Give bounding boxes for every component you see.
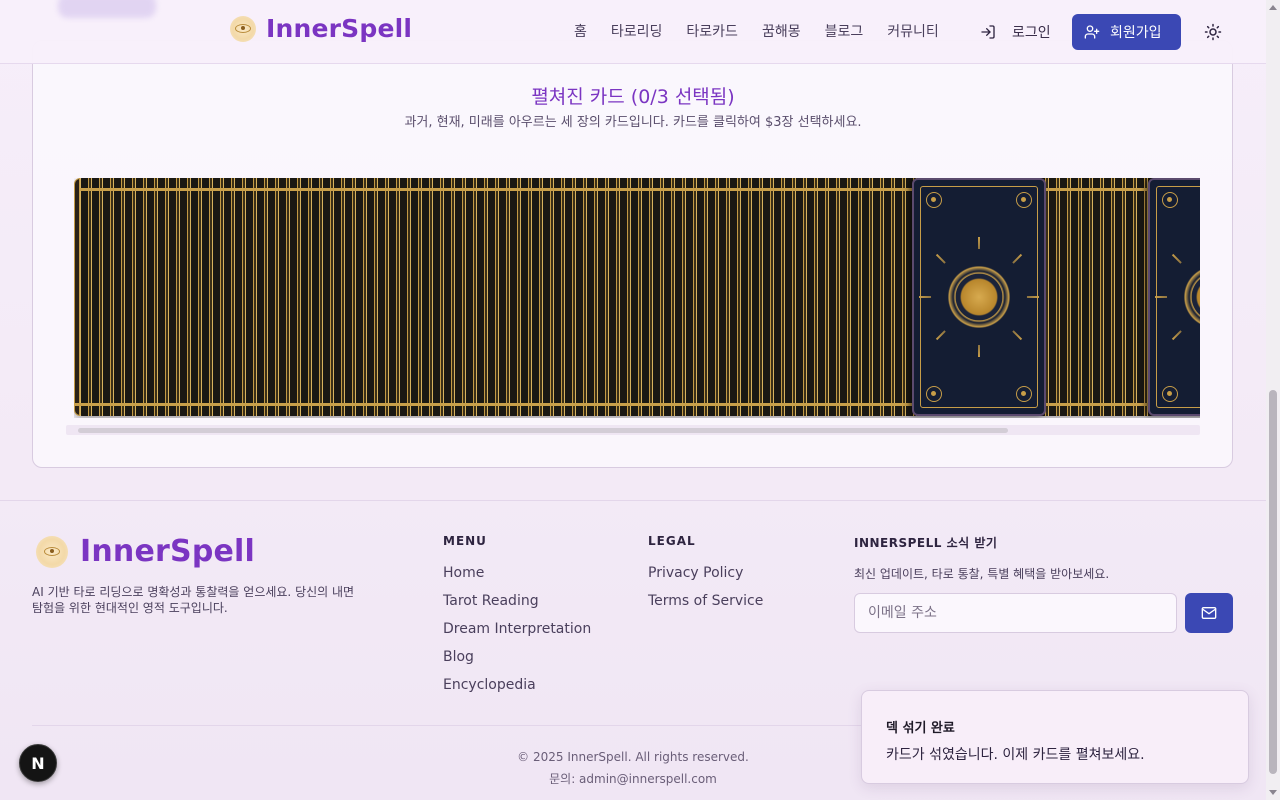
footer-logo[interactable]: InnerSpell <box>36 534 255 569</box>
signup-button[interactable]: 회원가입 <box>1072 14 1181 50</box>
footer-link-blog[interactable]: Blog <box>443 648 591 676</box>
scroll-down-arrow-icon[interactable] <box>1269 790 1277 795</box>
page-scroll-thumb[interactable] <box>1269 390 1277 774</box>
footer-link-dream-interpretation[interactable]: Dream Interpretation <box>443 620 591 648</box>
signup-label: 회원가입 <box>1110 25 1162 41</box>
eye-corner-icon <box>1016 386 1032 402</box>
sun-emblem-icon <box>931 249 1027 345</box>
footer-logo-text: InnerSpell <box>80 534 256 569</box>
user-plus-icon <box>1084 25 1100 39</box>
footer-menu: MENU Home Tarot Reading Dream Interpreta… <box>443 534 591 704</box>
logo-text: InnerSpell <box>266 14 413 43</box>
toast-title: 덱 섞기 완료 <box>886 721 955 736</box>
login-icon <box>981 25 995 39</box>
nextjs-dev-indicator-icon[interactable]: N <box>19 744 57 782</box>
deck-edge <box>74 178 80 416</box>
eye-corner-icon <box>1162 192 1178 208</box>
menu-heading: MENU <box>443 534 487 548</box>
footer-link-home[interactable]: Home <box>443 564 591 592</box>
spread-title: 펼쳐진 카드 (0/3 선택됨) <box>531 86 735 108</box>
eye-corner-icon <box>926 192 942 208</box>
footer-link-terms[interactable]: Terms of Service <box>648 592 763 620</box>
login-button[interactable]: 로그인 <box>980 22 1051 42</box>
deck-scroll-thumb[interactable] <box>78 428 1008 433</box>
deck-horizontal-scrollbar[interactable] <box>66 425 1200 435</box>
newsletter-heading: INNERSPELL 소식 받기 <box>854 536 998 550</box>
newsletter-email-input[interactable] <box>854 593 1177 633</box>
nav-blog[interactable]: 블로그 <box>825 22 864 42</box>
nav-tarot-reading[interactable]: 타로리딩 <box>611 22 663 42</box>
scroll-up-arrow-icon[interactable] <box>1269 5 1277 10</box>
newsletter-description: 최신 업데이트, 타로 통찰, 특별 혜택을 받아보세요. <box>854 567 1110 581</box>
sun-theme-toggle-icon[interactable] <box>1204 23 1222 41</box>
eye-corner-icon <box>1016 192 1032 208</box>
eye-logo-icon <box>230 15 256 42</box>
footer-link-privacy[interactable]: Privacy Policy <box>648 564 763 592</box>
mail-icon <box>1201 607 1217 619</box>
header-logo[interactable]: InnerSpell <box>230 14 412 43</box>
newsletter-section: INNERSPELL 소식 받기 최신 업데이트, 타로 통찰, 특별 혜택을 … <box>854 534 1109 582</box>
eye-corner-icon <box>1162 386 1178 402</box>
shuffle-complete-toast[interactable]: 덱 섞기 완료 카드가 섞였습니다. 이제 카드를 펼쳐보세요. <box>861 690 1249 784</box>
nav-community[interactable]: 커뮤니티 <box>887 22 939 42</box>
footer-link-tarot-reading[interactable]: Tarot Reading <box>443 592 591 620</box>
eye-corner-icon <box>926 386 942 402</box>
toast-message: 카드가 섞였습니다. 이제 카드를 펼쳐보세요. <box>886 747 1145 763</box>
tarot-card-back[interactable] <box>1148 178 1200 416</box>
footer-divider <box>0 500 1266 501</box>
legal-heading: LEGAL <box>648 534 696 548</box>
spread-subtitle: 과거, 현재, 미래를 아우르는 세 장의 카드입니다. 카드를 클릭하여 $3… <box>404 115 862 130</box>
faded-background-pill <box>58 0 156 18</box>
footer-legal: LEGAL Privacy Policy Terms of Service <box>648 534 763 620</box>
newsletter-submit-button[interactable] <box>1185 593 1233 633</box>
footer-description: AI 기반 타로 리딩으로 명확성과 통찰력을 얻으세요. 당신의 내면 탐험을… <box>32 585 355 615</box>
top-navbar: InnerSpell 홈 타로리딩 타로카드 꿈해몽 블로그 커뮤니티 로그인 … <box>0 0 1266 64</box>
eye-logo-icon <box>36 535 68 568</box>
page-scrollbar[interactable] <box>1266 0 1280 800</box>
nav-home[interactable]: 홈 <box>574 22 587 42</box>
login-label: 로그인 <box>1012 25 1051 41</box>
nav-dream[interactable]: 꿈해몽 <box>762 22 801 42</box>
main-nav: 홈 타로리딩 타로카드 꿈해몽 블로그 커뮤니티 <box>574 22 963 42</box>
footer-link-encyclopedia[interactable]: Encyclopedia <box>443 676 591 704</box>
nav-tarot-cards[interactable]: 타로카드 <box>686 22 738 42</box>
tarot-card-back[interactable] <box>912 178 1046 416</box>
card-deck-scroller[interactable] <box>74 178 1200 418</box>
